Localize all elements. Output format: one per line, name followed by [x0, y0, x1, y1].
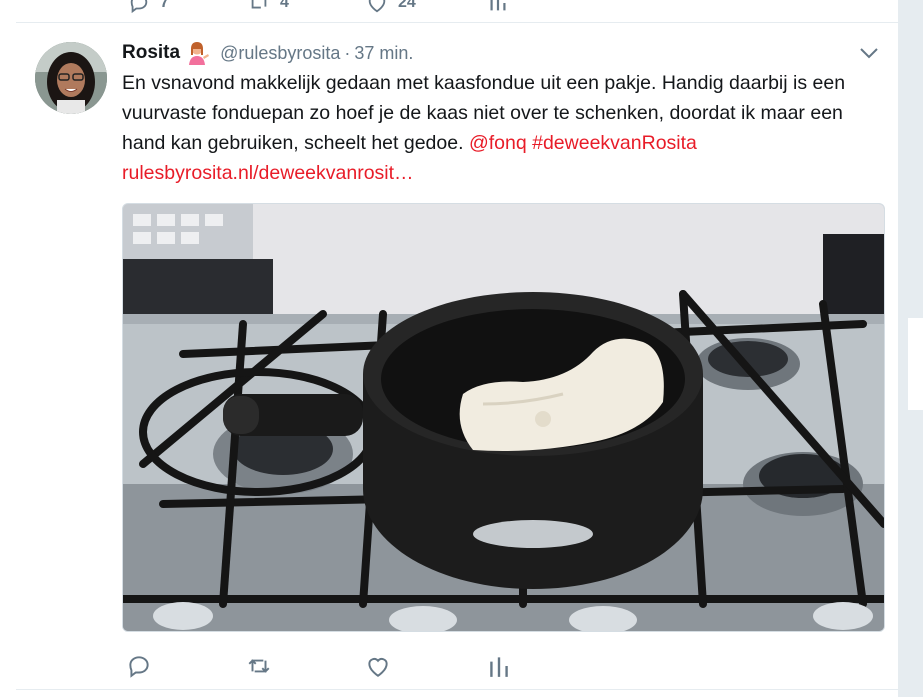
- chevron-down-icon[interactable]: [858, 45, 880, 61]
- previous-retweet-count: 4: [280, 0, 289, 11]
- heart-icon[interactable]: [365, 653, 391, 679]
- author-name[interactable]: Rosita: [122, 42, 180, 64]
- avatar[interactable]: [35, 42, 107, 114]
- url-link[interactable]: rulesbyrosita.nl/deweekvanrosit…: [122, 162, 414, 184]
- previous-like-count: 24: [398, 0, 416, 11]
- tweet-header: Rosita @rulesbyrosita · 37 min.: [122, 40, 413, 66]
- analytics-icon: [490, 0, 506, 11]
- avatar-image: [35, 42, 107, 114]
- hashtag-link[interactable]: #deweekvanRosita: [532, 132, 697, 154]
- previous-like-button[interactable]: 24: [366, 0, 416, 14]
- reply-icon[interactable]: [126, 653, 152, 679]
- reply-icon: [130, 0, 148, 14]
- previous-reply-button[interactable]: 7: [128, 0, 169, 14]
- analytics-icon[interactable]: [486, 653, 512, 679]
- separator-dot: ·: [344, 42, 351, 63]
- mention-link[interactable]: @fonq: [469, 132, 527, 154]
- retweet-icon: [251, 0, 267, 9]
- woman-tipping-hand-emoji: [189, 42, 210, 65]
- author-handle[interactable]: @rulesbyrosita: [220, 43, 340, 64]
- retweet-icon[interactable]: [246, 653, 272, 679]
- tweet-photo[interactable]: [122, 203, 885, 632]
- previous-tweet-actions: 7 4 24: [0, 0, 898, 22]
- tweet[interactable]: Rosita @rulesbyrosita · 37 min. En vsnav…: [0, 23, 898, 689]
- previous-analytics-button[interactable]: [487, 0, 509, 14]
- heart-icon: [368, 0, 386, 13]
- photo-fondue-pan-on-stove: [123, 204, 884, 631]
- previous-retweet-button[interactable]: 4: [248, 0, 289, 14]
- next-tweet-edge: [0, 690, 898, 697]
- timestamp[interactable]: 37 min.: [354, 43, 413, 64]
- side-card-edge: [908, 318, 923, 410]
- previous-reply-count: 7: [160, 0, 169, 11]
- tweet-text: En vsnavond makkelijk gedaan met kaasfon…: [122, 68, 862, 188]
